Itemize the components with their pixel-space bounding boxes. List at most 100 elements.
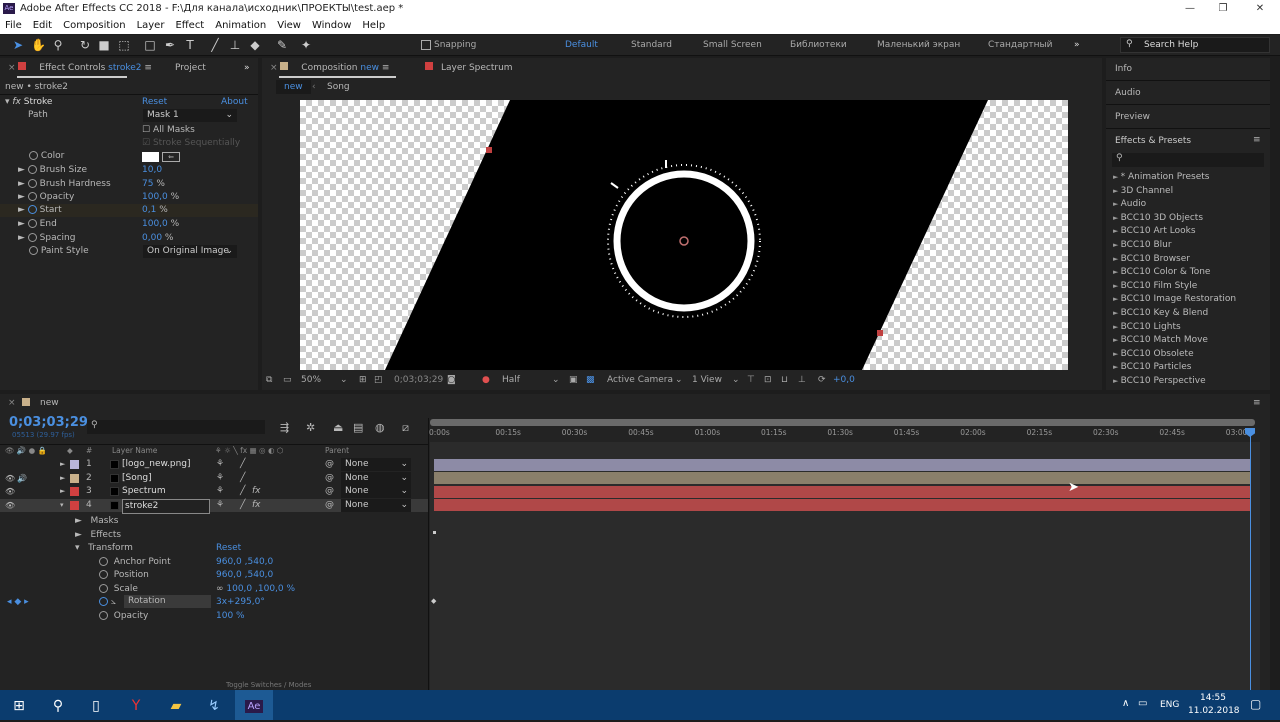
eyedropper-icon[interactable]: ⇐: [162, 152, 180, 162]
menu-view[interactable]: View: [277, 17, 301, 34]
menu-edit[interactable]: Edit: [33, 17, 52, 34]
parent-dropdown[interactable]: None ⌄: [341, 498, 411, 512]
views-dropdown[interactable]: 1 View: [692, 370, 722, 390]
shy-switch-icon[interactable]: ⚘: [216, 472, 224, 485]
rotation-label[interactable]: Rotation: [124, 595, 211, 608]
label-color[interactable]: [70, 487, 79, 497]
quality-switch-icon[interactable]: ╱: [240, 472, 245, 485]
notifications-icon[interactable]: ▢: [1250, 697, 1261, 711]
stopwatch-icon[interactable]: [99, 611, 108, 620]
workspace-standard[interactable]: Standard: [631, 40, 672, 50]
tray-chevron-icon[interactable]: ∧: [1122, 698, 1129, 709]
parent-dropdown[interactable]: None ⌄: [341, 471, 411, 485]
param-brush-hardness[interactable]: ► Brush Hardness: [18, 178, 111, 191]
camera-dropdown[interactable]: Active Camera: [607, 370, 673, 390]
shy-switch-icon[interactable]: ⚘: [216, 485, 224, 498]
pen-tool-icon[interactable]: ✒: [163, 38, 177, 52]
end-value[interactable]: 100,0: [142, 219, 168, 229]
graph-editor-icon[interactable]: ⧄: [402, 421, 409, 435]
effects-search-input[interactable]: ⚲: [1112, 153, 1264, 167]
visibility-toggle[interactable]: 👁: [5, 485, 15, 498]
effects-category[interactable]: BCC10 Blur: [1109, 239, 1259, 253]
draft-3d-icon[interactable]: ✲: [306, 421, 315, 434]
brush-hardness-value[interactable]: 75: [142, 179, 153, 189]
param-brush-size[interactable]: ► Brush Size: [18, 164, 87, 177]
zoom-tool-icon[interactable]: ⚲: [51, 38, 65, 52]
close-button[interactable]: ✕: [1245, 0, 1275, 17]
snapshot-icon[interactable]: ◙: [447, 370, 456, 390]
layer-row[interactable]: ► 1 [logo_new.png] ⚘ ╱ @ None ⌄: [0, 458, 428, 471]
expand-toggle[interactable]: ▾: [60, 499, 64, 512]
quality-switch-icon[interactable]: ╱: [240, 499, 245, 512]
preview-panel-tab[interactable]: Preview: [1115, 112, 1150, 122]
app-icon[interactable]: ↯: [200, 695, 228, 717]
label-color[interactable]: [70, 460, 79, 469]
expand-toggle[interactable]: ►: [60, 472, 65, 485]
effects-category[interactable]: BCC10 Color & Tone: [1109, 266, 1259, 280]
label-color[interactable]: [70, 500, 79, 510]
menu-window[interactable]: Window: [312, 17, 351, 34]
layer-name[interactable]: [logo_new.png]: [122, 458, 191, 471]
timeline-timecode[interactable]: 0;03;03;29: [9, 415, 88, 430]
brush-size-value[interactable]: 10,0: [142, 164, 162, 177]
after-effects-taskbar-icon[interactable]: Ae: [235, 690, 273, 720]
stopwatch-icon[interactable]: [27, 192, 37, 201]
opacity-value[interactable]: 100,0: [142, 192, 168, 202]
project-tab[interactable]: Project: [175, 58, 206, 78]
expand-toggle[interactable]: ►: [60, 458, 65, 471]
minimize-button[interactable]: —: [1175, 0, 1205, 17]
snapping-checkbox[interactable]: [421, 40, 431, 50]
rotate-tool-icon[interactable]: ↻: [78, 38, 92, 52]
pickwhip-icon[interactable]: @: [325, 485, 334, 498]
eraser-tool-icon[interactable]: ◆: [248, 38, 262, 52]
masks-group[interactable]: ► Masks: [75, 515, 118, 528]
stopwatch-icon[interactable]: [27, 219, 37, 228]
layer-duration-bar[interactable]: [434, 458, 1250, 471]
audio-panel-tab[interactable]: Audio: [1115, 88, 1141, 98]
stopwatch-icon[interactable]: [99, 584, 108, 593]
fx-switch[interactable]: fx: [252, 485, 261, 498]
pickwhip-icon[interactable]: @: [325, 472, 334, 485]
effect-stroke-header[interactable]: ▾ fx Stroke: [5, 96, 52, 109]
pixel-aspect-icon[interactable]: ⊤: [747, 370, 755, 390]
graph-icon[interactable]: ⦣: [111, 597, 116, 607]
panel-menu-icon[interactable]: ≡: [1253, 135, 1261, 145]
visibility-toggle[interactable]: 👁: [5, 472, 15, 485]
panel-overflow-icon[interactable]: »: [244, 58, 250, 78]
effects-category[interactable]: 3D Channel: [1109, 185, 1259, 199]
menu-help[interactable]: Help: [362, 17, 385, 34]
effect-controls-tab[interactable]: × Effect Controls stroke2 ≡: [8, 58, 152, 78]
expand-toggle[interactable]: ►: [60, 485, 65, 498]
rotation-keyframe[interactable]: ◆: [431, 597, 436, 605]
keyframe-navigator[interactable]: ◂ ◆ ▸: [7, 596, 29, 609]
effects-category[interactable]: BCC10 Art Looks: [1109, 225, 1259, 239]
effects-category[interactable]: BCC10 Film Style: [1109, 280, 1259, 294]
exposure-value[interactable]: +0,0: [833, 370, 855, 390]
transform-reset[interactable]: Reset: [216, 542, 241, 555]
layer-duration-bar[interactable]: [434, 499, 1250, 512]
timeline-icon[interactable]: ⊔: [781, 370, 788, 390]
effects-category[interactable]: Audio: [1109, 198, 1259, 212]
parent-dropdown[interactable]: None ⌄: [341, 485, 411, 499]
reset-link[interactable]: Reset: [142, 96, 167, 109]
rectangle-tool-icon[interactable]: □: [143, 38, 157, 52]
selection-tool-icon[interactable]: ➤: [11, 38, 25, 52]
info-panel-tab[interactable]: Info: [1115, 64, 1132, 74]
search-icon[interactable]: ⚲: [44, 695, 72, 717]
stopwatch-icon[interactable]: [99, 557, 108, 566]
effects-category[interactable]: BCC10 Particles: [1109, 361, 1259, 375]
stopwatch-icon-active[interactable]: [99, 597, 108, 606]
pan-behind-tool-icon[interactable]: ⬚: [117, 38, 131, 52]
search-help-field[interactable]: ⚲ Search Help: [1120, 37, 1270, 53]
toggle-switches-modes[interactable]: Toggle Switches / Modes: [226, 681, 311, 689]
layer-row[interactable]: 👁 ▾ 4 stroke2 ⚘ ╱ fx @ None ⌄: [0, 498, 428, 514]
text-tool-icon[interactable]: T: [183, 38, 197, 52]
camera-tool-icon[interactable]: ■: [97, 38, 111, 52]
stopwatch-icon[interactable]: [27, 179, 37, 188]
file-explorer-icon[interactable]: ▰: [162, 695, 190, 717]
workspace-default[interactable]: Default: [565, 40, 598, 50]
audio-toggle[interactable]: 🔊: [17, 472, 27, 485]
layer-duration-bar[interactable]: [434, 485, 1250, 498]
param-opacity[interactable]: ► Opacity: [18, 191, 74, 204]
effects-category[interactable]: * Animation Presets: [1109, 171, 1259, 185]
